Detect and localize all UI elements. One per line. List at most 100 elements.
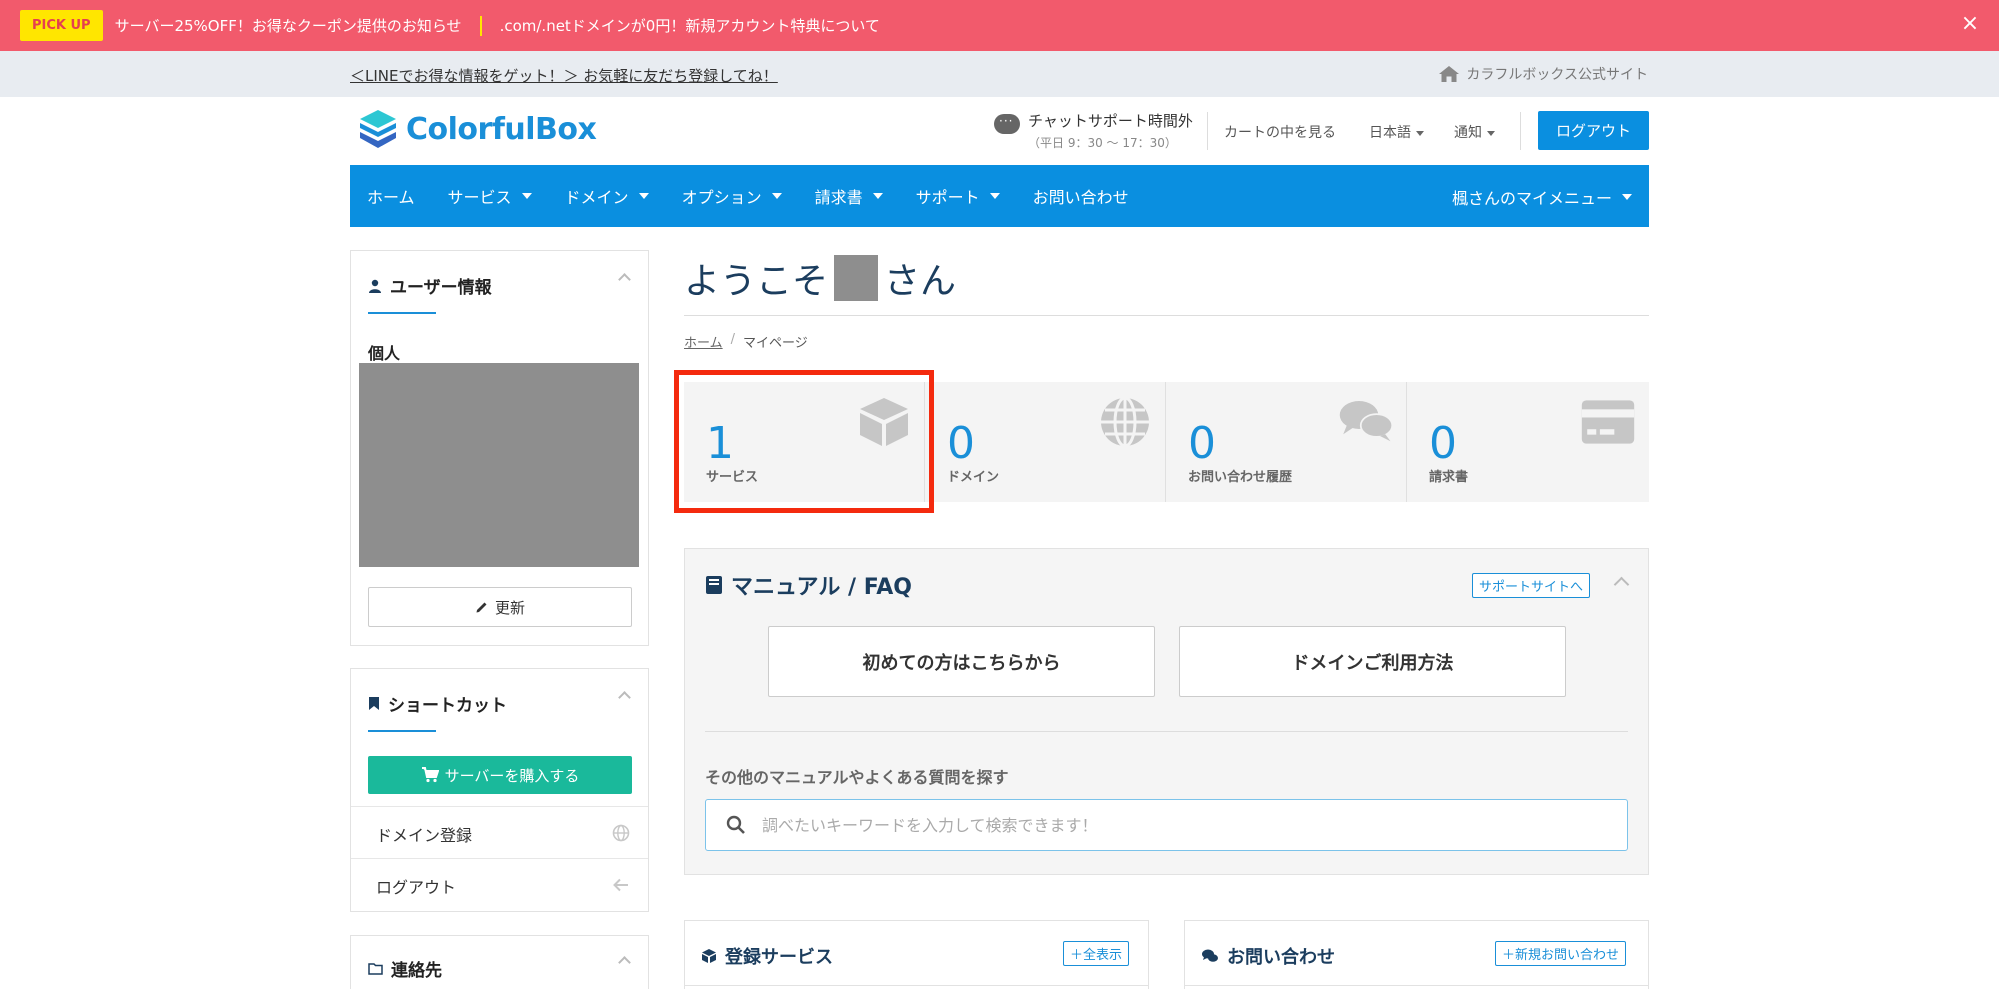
user-info-panel: ユーザー情報 個人 更新 [350, 250, 649, 646]
user-icon [369, 279, 381, 293]
chevron-up-icon[interactable] [618, 271, 630, 283]
user-info-title-text: ユーザー情報 [390, 278, 492, 298]
faq-first-time-button[interactable]: 初めての方はこちらから [768, 626, 1155, 697]
account-type-label: 個人 [368, 344, 401, 363]
nav-domain[interactable]: ドメイン [565, 184, 649, 208]
inquiries-panel: お問い合わせ ＋新規お問い合わせ [1184, 920, 1649, 989]
contact-title-text: 連絡先 [391, 961, 442, 981]
line-friend-link[interactable]: ＜LINEでお得な情報をゲット！＞ お気軽に友だち登録してね！ [350, 65, 778, 86]
faq-search-box [705, 799, 1628, 851]
nav-contact-label: お問い合わせ [1032, 188, 1129, 207]
update-button[interactable]: 更新 [368, 587, 632, 627]
inquiries-title: お問い合わせ [1201, 943, 1335, 969]
pickup-notice-domain[interactable]: .com/.netドメインが0円！新規アカウント特典について [500, 15, 880, 36]
arrow-left-icon [613, 878, 628, 892]
chevron-up-icon[interactable] [618, 954, 630, 966]
stat-domains-count: 0 [947, 418, 975, 469]
nav-contact[interactable]: お問い合わせ [1033, 184, 1129, 208]
stat-invoices-label: 請求書 [1429, 470, 1469, 485]
globe-icon [612, 824, 630, 842]
panel-divider [1185, 985, 1648, 986]
title-divider [684, 315, 1649, 316]
nav-home[interactable]: ホーム [367, 184, 415, 208]
welcome-suffix: さん [884, 261, 957, 302]
welcome-title: ようこそ さん [684, 252, 956, 304]
cart-link[interactable]: カートの中を見る [1224, 122, 1336, 142]
cube-icon [702, 949, 716, 963]
stat-inquiry-count: 0 [1188, 418, 1216, 469]
home-icon [1439, 66, 1460, 82]
stat-invoices[interactable]: 0 請求書 [1407, 382, 1648, 502]
language-label: 日本語 [1369, 125, 1411, 141]
pickup-notice-coupon[interactable]: サーバー25%OFF！お得なクーポン提供のお知らせ [115, 15, 462, 36]
line-bar: ＜LINEでお得な情報をゲット！＞ お気軽に友だち登録してね！ カラフルボックス… [0, 51, 1999, 97]
faq-search-input[interactable] [762, 812, 1602, 838]
faq-domain-usage-button[interactable]: ドメインご利用方法 [1179, 626, 1566, 697]
stat-inquiry-history[interactable]: 0 お問い合わせ履歴 [1166, 382, 1407, 502]
panel-underline [368, 730, 436, 732]
chevron-down-icon [1416, 130, 1424, 136]
nav-domain-label: ドメイン [564, 188, 629, 207]
shortcut-title: ショートカット [368, 691, 507, 716]
nav-services[interactable]: サービス [448, 184, 532, 208]
buy-server-button[interactable]: サーバーを購入する [368, 756, 632, 794]
support-site-link[interactable]: サポートサイトへ [1472, 573, 1591, 598]
language-dropdown[interactable]: 日本語 [1369, 122, 1424, 142]
main-nav: ホーム サービス ドメイン オプション 請求書 サポート お問い合わせ 楓さんの… [350, 165, 1649, 227]
buy-server-label: サーバーを購入する [444, 766, 580, 785]
chevron-down-icon [989, 193, 1000, 199]
chat-support-title: チャットサポート時間外 [1028, 112, 1193, 130]
nav-invoices[interactable]: 請求書 [815, 184, 883, 208]
official-site-link[interactable]: カラフルボックス公式サイト [1438, 64, 1648, 84]
user-info-title: ユーザー情報 [368, 273, 492, 298]
nav-options[interactable]: オプション [682, 184, 782, 208]
nav-my-menu[interactable]: 楓さんのマイメニュー [1452, 185, 1632, 209]
inquiries-title-text: お問い合わせ [1227, 947, 1335, 968]
chat-support-hours: （平日 9：30 〜 17：30） [1028, 136, 1177, 150]
show-all-services-link[interactable]: ＋全表示 [1063, 941, 1130, 966]
stat-domains-label: ドメイン [947, 470, 1000, 485]
folder-icon [368, 963, 383, 975]
registered-services-panel: 登録サービス ＋全表示 [684, 920, 1149, 989]
shortcut-logout[interactable]: ログアウト [351, 858, 648, 910]
shortcut-domain-register-label: ドメイン登録 [376, 826, 473, 845]
update-button-label: 更新 [494, 598, 525, 617]
pencil-icon [476, 602, 487, 613]
faq-title-text: マニュアル / FAQ [731, 575, 912, 600]
faq-search-label: その他のマニュアルやよくある質問を探す [705, 768, 1009, 787]
breadcrumb-home[interactable]: ホーム [684, 332, 723, 351]
shortcut-domain-register[interactable]: ドメイン登録 [351, 806, 648, 858]
notice-dropdown[interactable]: 通知 [1454, 122, 1495, 142]
pickup-banner: PICK UP サーバー25%OFF！お得なクーポン提供のお知らせ .com/.… [0, 0, 1999, 51]
cart-icon [421, 767, 439, 783]
chevron-up-icon[interactable] [618, 689, 630, 701]
chevron-down-icon [1487, 130, 1495, 136]
logo[interactable]: ColorfulBox [358, 108, 597, 150]
stat-domains[interactable]: 0 ドメイン [925, 382, 1166, 502]
search-icon [726, 815, 745, 834]
nav-services-label: サービス [447, 188, 512, 207]
registered-services-title: 登録サービス [701, 943, 833, 969]
chevron-down-icon [872, 193, 883, 199]
notice-label: 通知 [1454, 125, 1482, 141]
nav-home-label: ホーム [367, 188, 415, 207]
nav-support[interactable]: サポート [916, 184, 1000, 208]
chat-support[interactable]: チャットサポート時間外 （平日 9：30 〜 17：30） [994, 110, 1193, 151]
new-inquiry-link[interactable]: ＋新規お問い合わせ [1495, 941, 1627, 966]
chat-bubble-icon [994, 114, 1020, 134]
shortcut-logout-label: ログアウト [376, 878, 457, 897]
chevron-up-icon[interactable] [1613, 575, 1629, 587]
nav-options-label: オプション [681, 188, 762, 207]
logo-cube-icon [360, 110, 396, 148]
manual-faq-panel: マニュアル / FAQ サポートサイトへ 初めての方はこちらから ドメインご利用… [684, 548, 1649, 875]
logo-text: ColorfulBox [406, 111, 597, 147]
header-divider [1207, 112, 1208, 150]
book-icon [706, 576, 722, 594]
pickup-badge: PICK UP [20, 10, 103, 41]
close-icon[interactable]: × [1959, 13, 1981, 35]
pickup-separator [479, 15, 482, 36]
highlight-box [674, 370, 934, 513]
globe-icon [1101, 396, 1149, 448]
contact-title: 連絡先 [368, 956, 442, 981]
header-logout-button[interactable]: ログアウト [1538, 111, 1649, 150]
